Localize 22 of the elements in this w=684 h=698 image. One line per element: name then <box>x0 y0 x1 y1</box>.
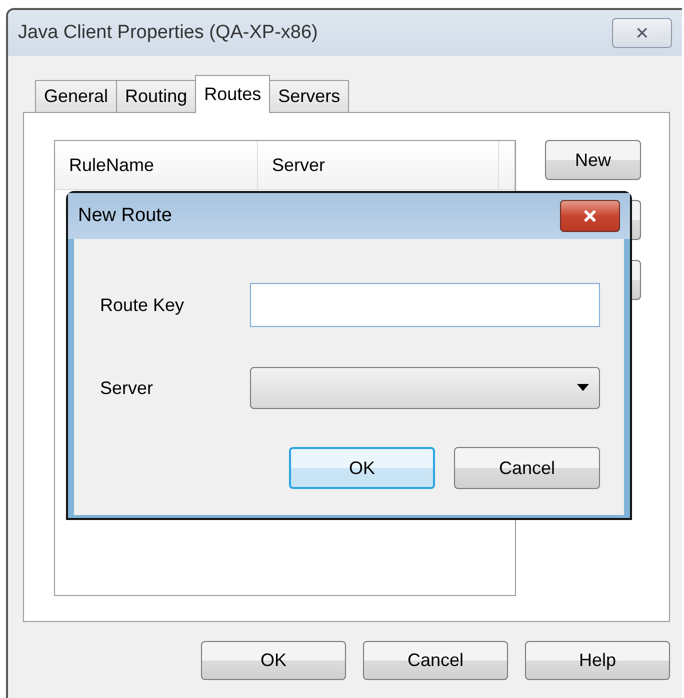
new-button[interactable]: New <box>545 140 641 180</box>
dialog-button[interactable]: OK <box>201 641 346 680</box>
window-title: Java Client Properties (QA-XP-x86) <box>18 22 318 44</box>
dialog-button[interactable]: Cancel <box>363 641 508 680</box>
dialog-button[interactable]: Help <box>525 641 670 680</box>
dialog-title: New Route <box>78 205 172 227</box>
field-label: Server <box>100 378 154 398</box>
dropdown[interactable] <box>250 367 600 409</box>
dropdown-arrow-icon <box>577 384 589 392</box>
tab[interactable]: General <box>35 80 118 112</box>
dialog-button[interactable]: OK <box>289 447 435 489</box>
tab[interactable]: Routes <box>195 75 270 113</box>
input-field[interactable] <box>250 283 600 327</box>
field-label: Route Key <box>100 294 186 316</box>
close-icon <box>581 209 599 223</box>
column-header[interactable]: Server <box>258 141 499 189</box>
column-header[interactable]: RuleName <box>55 141 258 189</box>
close-button[interactable] <box>560 200 620 232</box>
tab[interactable]: Routing <box>116 80 196 112</box>
dialog-button[interactable]: Cancel <box>454 447 600 489</box>
close-button[interactable]: ✕ <box>612 18 672 48</box>
tab[interactable]: Servers <box>269 80 350 112</box>
